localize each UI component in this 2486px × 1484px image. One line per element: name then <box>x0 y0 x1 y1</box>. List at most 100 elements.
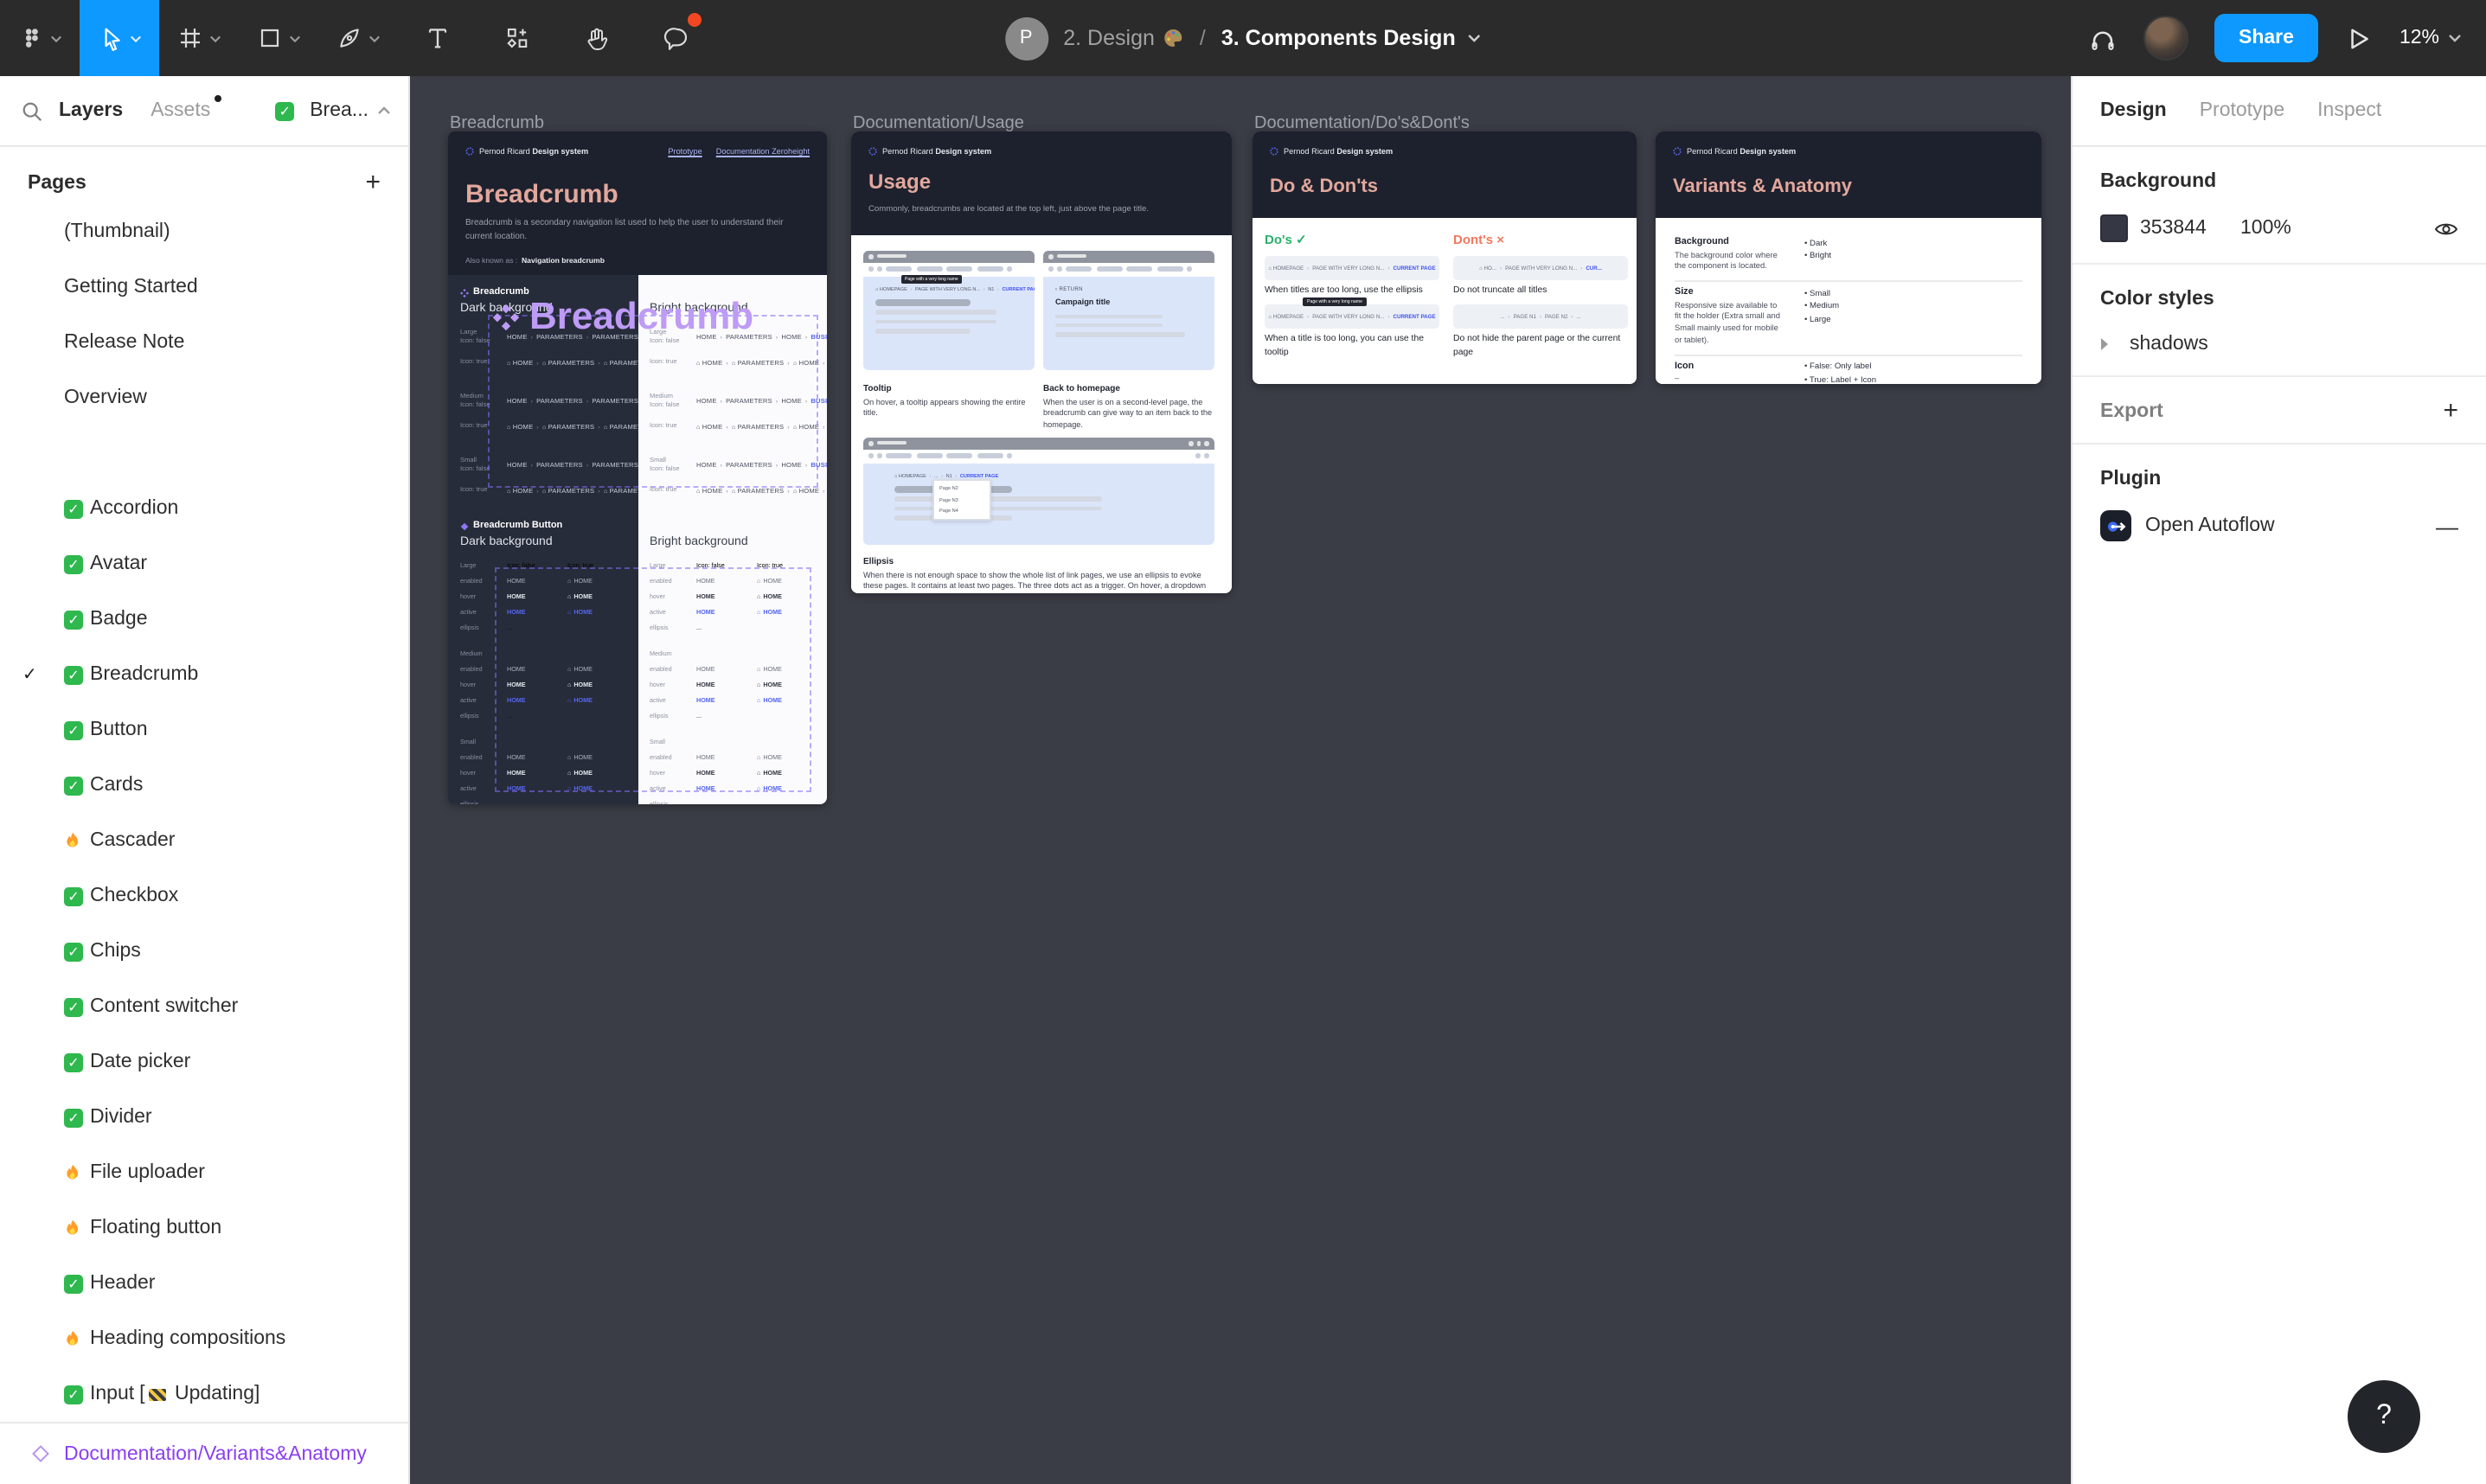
tab-design[interactable]: Design <box>2100 100 2167 121</box>
sidebar-page-item[interactable]: ✓Content switcher <box>0 979 408 1034</box>
frame-usage[interactable]: Pernod Ricard Design system Usage Common… <box>851 131 1232 593</box>
background-variant-label: Bright background <box>650 303 820 315</box>
color-swatch[interactable] <box>2100 214 2128 242</box>
sidebar-page-item[interactable]: (Thumbnail) <box>0 204 408 259</box>
caption-back-to-homepage: Back to homepage When the user is on a s… <box>1043 384 1216 432</box>
breadcrumb-item: BUSINESS <box>811 397 827 404</box>
opacity-field[interactable]: 100% <box>2240 218 2291 239</box>
tab-layers[interactable]: Layers <box>59 100 123 121</box>
pen-tool-button[interactable] <box>318 0 398 76</box>
variant-spec-left: SizeResponsive size available to fit the… <box>1675 287 1785 348</box>
comment-tool-button[interactable] <box>637 0 716 76</box>
sidebar-page-item[interactable]: ✓Chips <box>0 924 408 979</box>
tab-prototype[interactable]: Prototype <box>2200 100 2284 121</box>
button-sample: ⌂HOME <box>757 665 817 672</box>
project-avatar[interactable]: P <box>1004 16 1048 60</box>
sidebar-page-item[interactable]: ✓Date picker <box>0 1034 408 1090</box>
page-label: Getting Started <box>64 277 198 297</box>
resources-tool-button[interactable] <box>477 0 557 76</box>
remove-plugin-button[interactable]: — <box>2436 513 2458 539</box>
pages-list: (Thumbnail) Getting Started Release NoteOv… <box>0 204 408 1422</box>
sidebar-page-item[interactable]: Floating button <box>0 1200 408 1256</box>
sidebar-page-item[interactable]: Release Note <box>0 315 408 370</box>
chevron-up-icon[interactable] <box>377 106 391 116</box>
state-label: enabled <box>650 577 696 584</box>
audio-headphones-button[interactable] <box>2088 23 2118 53</box>
style-group-shadows[interactable]: shadows <box>2100 334 2458 355</box>
main-menu-button[interactable] <box>0 0 80 76</box>
sidebar-page-item[interactable]: ✓Avatar <box>0 536 408 592</box>
background-variant-label: Dark background <box>460 303 631 315</box>
sidebar-page-item[interactable]: ✓Input[ Updating] <box>0 1366 408 1422</box>
zeroheight-link[interactable]: Documentation Zeroheight <box>716 147 810 156</box>
selected-layer-item[interactable]: Documentation/Variants&Anatomy <box>0 1422 408 1484</box>
shape-tool-button[interactable] <box>239 0 318 76</box>
zoom-menu[interactable]: 12% <box>2400 28 2462 48</box>
sidebar-page-item[interactable]: File uploader <box>0 1145 408 1200</box>
frame-variants-anatomy[interactable]: Pernod Ricard Design system Variants & A… <box>1656 131 2041 384</box>
frame-dos-donts[interactable]: Pernod Ricard Design system Do & Don'ts … <box>1253 131 1637 384</box>
breadcrumb-item: ... <box>934 471 939 478</box>
text-tool-button[interactable] <box>398 0 477 76</box>
zoom-level: 12% <box>2400 28 2439 48</box>
button-sample: ... <box>507 712 567 719</box>
add-page-button[interactable]: + <box>365 170 381 195</box>
sidebar-page-item[interactable]: ✓Header <box>0 1256 408 1311</box>
button-sample: HOME <box>507 681 567 688</box>
breadcrumb-item: PARAMETERS <box>592 397 638 404</box>
breadcrumb-item: PAGE WITH VERY LONG N... <box>1505 265 1577 272</box>
sidebar-page-item[interactable]: ✓Checkbox <box>0 868 408 924</box>
visibility-toggle[interactable] <box>2434 219 2458 238</box>
check-emoji-icon: ✓ <box>64 610 83 629</box>
frame-tool-button[interactable] <box>159 0 239 76</box>
present-button[interactable] <box>2344 23 2374 53</box>
hex-value-field[interactable]: 353844 <box>2140 218 2240 239</box>
tab-component-breadcrumb[interactable]: ✓ Brea... <box>275 100 391 121</box>
page-label: Accordion <box>90 498 178 519</box>
breadcrumb-item: ⌂ HO... <box>1479 265 1496 272</box>
user-avatar[interactable] <box>2143 16 2188 61</box>
sidebar-page-item[interactable]: ✓Divider <box>0 1090 408 1145</box>
tab-assets[interactable]: Assets <box>151 100 210 121</box>
move-tool-button[interactable] <box>80 0 159 76</box>
sidebar-page-item[interactable]: ✓Button <box>0 702 408 758</box>
sidebar-page-item[interactable]: ✓Badge <box>0 592 408 647</box>
dropdown-item: Page N2 <box>934 482 990 494</box>
canvas[interactable]: Breadcrumb Documentation/Usage Documenta… <box>410 76 2071 1484</box>
prototype-link[interactable]: Prototype <box>668 147 702 156</box>
inspector-panel: Design Prototype Inspect Background 3538… <box>2071 76 2486 1484</box>
size-variant-row: Icon: true⌂ HOME›⌂ PARAMETERS›⌂ HOME›⌂ B… <box>650 477 820 503</box>
sidebar-page-item[interactable]: ✓✓Breadcrumb <box>0 647 408 702</box>
sidebar-page-item[interactable]: Heading compositions <box>0 1311 408 1366</box>
breadcrumb-item: HOME <box>507 333 528 340</box>
help-button[interactable]: ? <box>2348 1380 2420 1453</box>
breadcrumb-item: ⌂ HOME <box>507 359 533 366</box>
guideline-mockup: ⌂ HO...›PAGE WITH VERY LONG N...›CUR... <box>1453 256 1628 280</box>
page-label-suffix: [ Updating] <box>139 1384 259 1404</box>
add-export-button[interactable]: + <box>2443 403 2458 420</box>
button-sample: HOME <box>696 577 757 584</box>
breadcrumb-item: ⌂ HOME <box>696 423 722 430</box>
size-variant-label: Icon: true <box>460 358 507 367</box>
chevron-down-icon <box>289 34 301 42</box>
sidebar-page-item[interactable]: Cascader <box>0 813 408 868</box>
home-icon: ⌂ <box>507 487 513 494</box>
frame-label-breadcrumb[interactable]: Breadcrumb <box>450 114 544 133</box>
sidebar-page-item[interactable]: ✓Cards <box>0 758 408 813</box>
file-name[interactable]: 3. Components Design <box>1221 26 1482 50</box>
inspector-tabs: Design Prototype Inspect <box>2073 76 2486 147</box>
sidebar-page-item[interactable]: Getting Started <box>0 259 408 315</box>
frame-breadcrumb[interactable]: Pernod Ricard Design system Prototype Do… <box>448 131 827 804</box>
frame-label-dos-donts[interactable]: Documentation/Do's&Dont's <box>1254 114 1470 133</box>
share-button[interactable]: Share <box>2214 14 2318 62</box>
button-sample: HOME <box>696 681 757 688</box>
sidebar-page-item[interactable]: ✓Accordion <box>0 481 408 536</box>
hand-tool-button[interactable] <box>557 0 637 76</box>
frame-label-usage[interactable]: Documentation/Usage <box>853 114 1024 133</box>
sidebar-page-item[interactable]: Overview <box>0 370 408 425</box>
home-icon: ⌂ <box>567 753 571 760</box>
state-label: active <box>460 696 507 703</box>
search-icon[interactable] <box>21 99 43 122</box>
project-name[interactable]: 2. Design <box>1063 26 1184 50</box>
tab-inspect[interactable]: Inspect <box>2317 100 2381 121</box>
